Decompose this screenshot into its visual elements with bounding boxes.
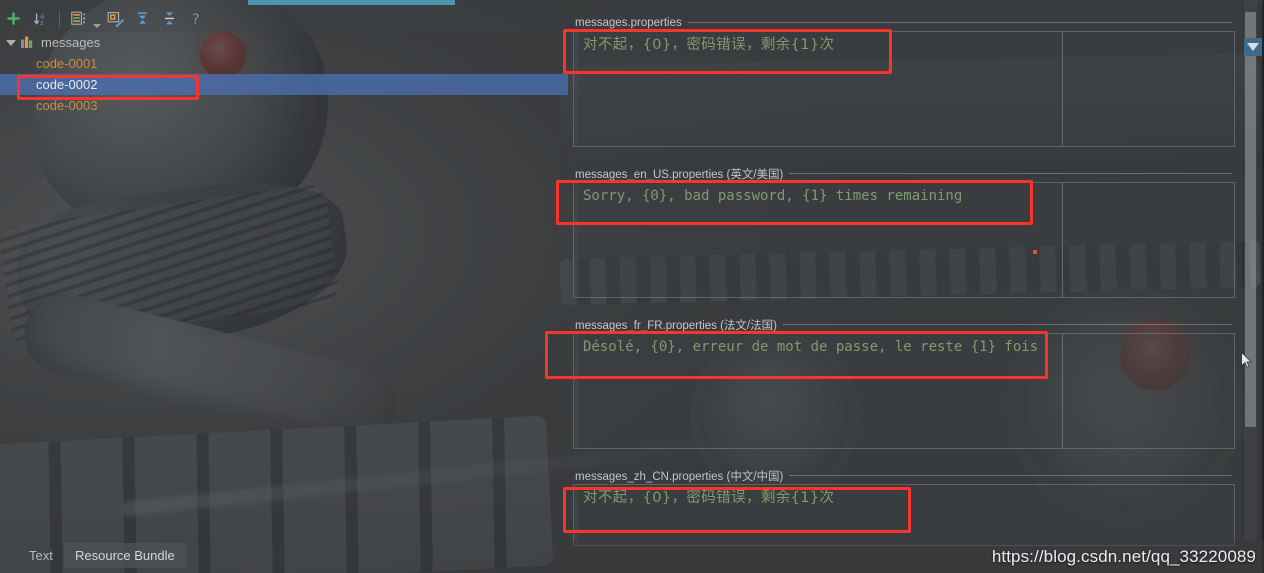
resource-bundle-icon (20, 35, 35, 50)
sort-alphabetically-button[interactable]: a z (27, 6, 54, 31)
locale-panel-zh-cn: messages_zh_CN.properties (中文/中国) 对不起，{0… (568, 467, 1242, 546)
tree-item-code-0003[interactable]: code-0003 (0, 95, 568, 116)
value-text: 对不起，{0}，密码错误，剩余{1}次 (583, 37, 835, 53)
vertical-scrollbar[interactable] (1242, 0, 1264, 540)
toolbar-separator (59, 10, 60, 27)
tree-node-label: messages (41, 35, 101, 50)
editor-gutter (574, 32, 579, 146)
tree-item-label: code-0002 (36, 77, 98, 92)
watermark-url: https://blog.csdn.net/qq_33220089 (991, 547, 1256, 566)
editor-bottom-tabbar: Text Resource Bundle https://blog.csdn.n… (0, 540, 1264, 573)
tree-item-code-0002[interactable]: code-0002 (0, 74, 568, 95)
editor-gutter (574, 334, 579, 448)
error-marker (1033, 250, 1037, 254)
tab-text[interactable]: Text (18, 543, 64, 568)
tab-label: Resource Bundle (75, 548, 175, 563)
question-mark-icon: ? (192, 12, 199, 27)
panel-rule (687, 22, 1232, 23)
tab-resource-bundle[interactable]: Resource Bundle (64, 543, 186, 568)
collapse-all-icon (165, 12, 174, 25)
value-text: Sorry, {0}, bad password, {1} times rema… (583, 188, 963, 204)
locale-panel-fr-fr: messages_fr_FR.properties (法文/法国) Désolé… (568, 316, 1242, 449)
chevron-down-icon (93, 23, 101, 28)
panel-title: messages_fr_FR.properties (法文/法国) (575, 319, 777, 332)
panel-rule (789, 173, 1232, 174)
dropdown-button[interactable] (92, 6, 102, 32)
expand-twisty-icon[interactable] (4, 36, 17, 49)
panel-header: messages_fr_FR.properties (法文/法国) (568, 316, 1242, 333)
panel-rule (782, 324, 1232, 325)
panel-title: messages.properties (575, 16, 682, 29)
panel-rule (789, 475, 1232, 476)
svg-text:?: ? (192, 12, 199, 27)
group-by-button[interactable] (65, 6, 92, 31)
sort-az-icon: a z (33, 12, 44, 27)
expand-all-icon (138, 12, 147, 24)
panel-header: messages_zh_CN.properties (中文/中国) (568, 467, 1242, 484)
gear-wrench-icon (107, 11, 124, 27)
settings-button[interactable] (102, 6, 129, 31)
value-editor-fr-fr[interactable]: Désolé, {0}, erreur de mot de passe, le … (573, 333, 1235, 449)
value-editor-en-us[interactable]: Sorry, {0}, bad password, {1} times rema… (573, 182, 1235, 298)
resource-bundle-toolbar: a z ? (0, 5, 568, 32)
help-button[interactable]: ? (183, 6, 210, 31)
locale-panel-en-us: messages_en_US.properties (英文/美国) Sorry,… (568, 165, 1242, 298)
value-editor-zh-cn[interactable]: 对不起，{0}，密码错误，剩余{1}次 (573, 484, 1235, 546)
tree-item-label: code-0001 (36, 56, 98, 71)
expand-all-button[interactable] (129, 6, 156, 31)
panel-title: messages_en_US.properties (英文/美国) (575, 168, 784, 181)
tree-item-label: code-0003 (36, 98, 98, 113)
resource-bundle-editor-window: a z ? messages code-0001 code-0002 code-… (0, 0, 1264, 573)
value-text: Désolé, {0}, erreur de mot de passe, le … (583, 339, 1039, 355)
value-editor-default[interactable]: 对不起，{0}，密码错误，剩余{1}次 (573, 31, 1235, 147)
editor-gutter (574, 485, 579, 545)
tab-label: Text (29, 548, 53, 563)
panel-header: messages_en_US.properties (英文/美国) (568, 165, 1242, 182)
svg-text:z: z (40, 19, 44, 27)
navigation-marker[interactable] (1244, 38, 1262, 56)
list-group-icon (70, 11, 85, 25)
add-property-button[interactable] (0, 6, 27, 31)
panel-header: messages.properties (568, 14, 1242, 31)
resource-bundle-tree[interactable]: messages code-0001 code-0002 code-0003 (0, 32, 568, 540)
locale-editors-pane: messages.properties 对不起，{0}，密码错误，剩余{1}次 … (568, 5, 1242, 546)
editor-gutter (574, 183, 579, 297)
tree-item-code-0001[interactable]: code-0001 (0, 53, 568, 74)
plus-icon (7, 12, 20, 25)
mouse-cursor-icon (1241, 352, 1252, 368)
value-text: 对不起，{0}，密码错误，剩余{1}次 (583, 490, 835, 506)
collapse-all-button[interactable] (156, 6, 183, 31)
panel-title: messages_zh_CN.properties (中文/中国) (575, 470, 784, 483)
locale-panel-default: messages.properties 对不起，{0}，密码错误，剩余{1}次 (568, 14, 1242, 147)
tree-node-messages[interactable]: messages (0, 32, 568, 53)
